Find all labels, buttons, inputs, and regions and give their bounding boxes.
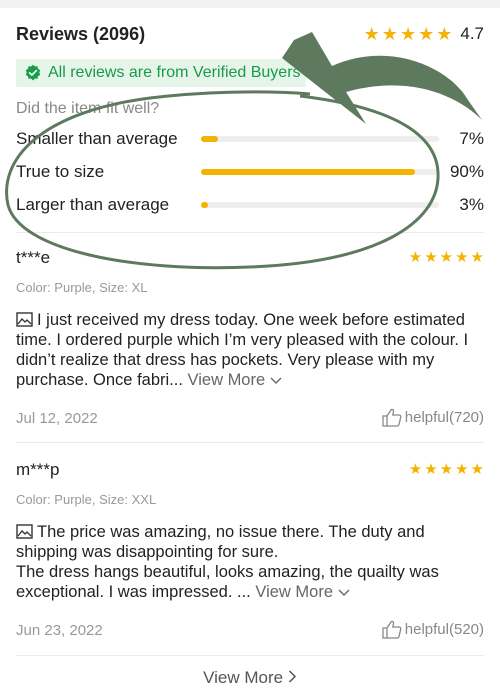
review-date: Jul 12, 2022 bbox=[16, 410, 98, 427]
helpful-button[interactable]: helpful(520) bbox=[382, 620, 484, 639]
star-icon: ★ bbox=[424, 461, 438, 478]
review-date: Jun 23, 2022 bbox=[16, 622, 103, 639]
chevron-right-icon bbox=[288, 670, 296, 683]
star-icon: ★ bbox=[418, 24, 435, 44]
fit-row-smaller: Smaller than average 7% bbox=[16, 127, 484, 151]
fit-row-larger: Larger than average 3% bbox=[16, 193, 484, 217]
star-icon: ★ bbox=[439, 249, 454, 266]
fit-percent: 90% bbox=[449, 162, 484, 181]
star-icon: ★ bbox=[408, 249, 423, 266]
star-icon: ★ bbox=[424, 249, 438, 266]
review-item: t***e ★ ★ ★ ★ ★ Color: Purple, Size: XL … bbox=[16, 248, 484, 438]
fit-percent: 7% bbox=[459, 129, 484, 148]
review-meta: Color: Purple, Size: XL bbox=[16, 280, 148, 295]
divider bbox=[16, 655, 484, 656]
fit-bar-fill bbox=[201, 169, 416, 175]
star-icon: ★ bbox=[455, 249, 469, 266]
review-item: m***p ★ ★ ★ ★ ★ Color: Purple, Size: XXL… bbox=[16, 460, 484, 650]
star-icon: ★ bbox=[408, 461, 423, 478]
star-icon: ★ bbox=[470, 249, 484, 266]
review-stars: ★ ★ ★ ★ ★ bbox=[409, 462, 484, 477]
reviewer-name: t***e bbox=[16, 248, 51, 267]
star-icon: ★ bbox=[399, 24, 417, 44]
fit-label: Larger than average bbox=[16, 195, 170, 214]
helpful-button[interactable]: helpful(720) bbox=[382, 408, 484, 427]
overall-rating: ★ ★ ★ ★ ★ 4.7 bbox=[364, 24, 484, 44]
fit-label: Smaller than average bbox=[16, 129, 178, 148]
fit-question: Did the item fit well? bbox=[16, 100, 160, 117]
star-icon: ★ bbox=[470, 461, 484, 478]
verified-banner: All reviews are from Verified Buyers bbox=[16, 59, 306, 87]
fit-bar-fill bbox=[201, 202, 209, 208]
review-text: The dress hangs beautiful, looks amazing… bbox=[16, 563, 439, 601]
helpful-count: helpful(520) bbox=[404, 621, 484, 638]
chevron-down-icon bbox=[338, 589, 350, 596]
view-more-link[interactable]: View More bbox=[255, 583, 350, 601]
review-body: I just received my dress today. One week… bbox=[16, 310, 484, 390]
verified-badge-icon bbox=[25, 64, 41, 81]
fit-percent: 3% bbox=[459, 195, 484, 214]
thumbs-up-icon bbox=[382, 408, 402, 427]
thumbs-up-icon bbox=[382, 620, 402, 639]
helpful-count: helpful(720) bbox=[404, 409, 484, 426]
reviews-header: Reviews (2096) ★ ★ ★ ★ ★ 4.7 bbox=[16, 24, 484, 48]
fit-bar-track bbox=[201, 169, 439, 175]
star-icon: ★ bbox=[381, 24, 398, 44]
chevron-down-icon bbox=[270, 377, 282, 384]
star-icon: ★ bbox=[439, 461, 454, 478]
divider bbox=[16, 442, 484, 443]
star-icon: ★ bbox=[363, 24, 380, 44]
image-icon bbox=[16, 312, 33, 327]
verified-text: All reviews are from Verified Buyers bbox=[48, 64, 301, 81]
review-meta: Color: Purple, Size: XXL bbox=[16, 492, 157, 507]
rating-value: 4.7 bbox=[460, 24, 484, 43]
view-more-button[interactable]: View More bbox=[0, 668, 500, 688]
fit-bar-track bbox=[201, 136, 439, 142]
review-body: The price was amazing, no issue there. T… bbox=[16, 522, 484, 602]
top-strip bbox=[0, 0, 500, 8]
reviews-title: Reviews (2096) bbox=[16, 24, 146, 44]
review-stars: ★ ★ ★ ★ ★ bbox=[409, 250, 484, 265]
reviewer-name: m***p bbox=[16, 460, 60, 479]
fit-row-true: True to size 90% bbox=[16, 160, 484, 184]
review-text: The price was amazing, no issue there. T… bbox=[16, 523, 425, 561]
fit-bar-track bbox=[201, 202, 439, 208]
star-icon: ★ bbox=[436, 24, 453, 44]
fit-bar-fill bbox=[201, 136, 218, 142]
image-icon bbox=[16, 524, 33, 539]
divider bbox=[16, 232, 484, 233]
view-more-link[interactable]: View More bbox=[188, 371, 282, 389]
fit-label: True to size bbox=[16, 162, 105, 181]
star-icon: ★ bbox=[455, 461, 469, 478]
